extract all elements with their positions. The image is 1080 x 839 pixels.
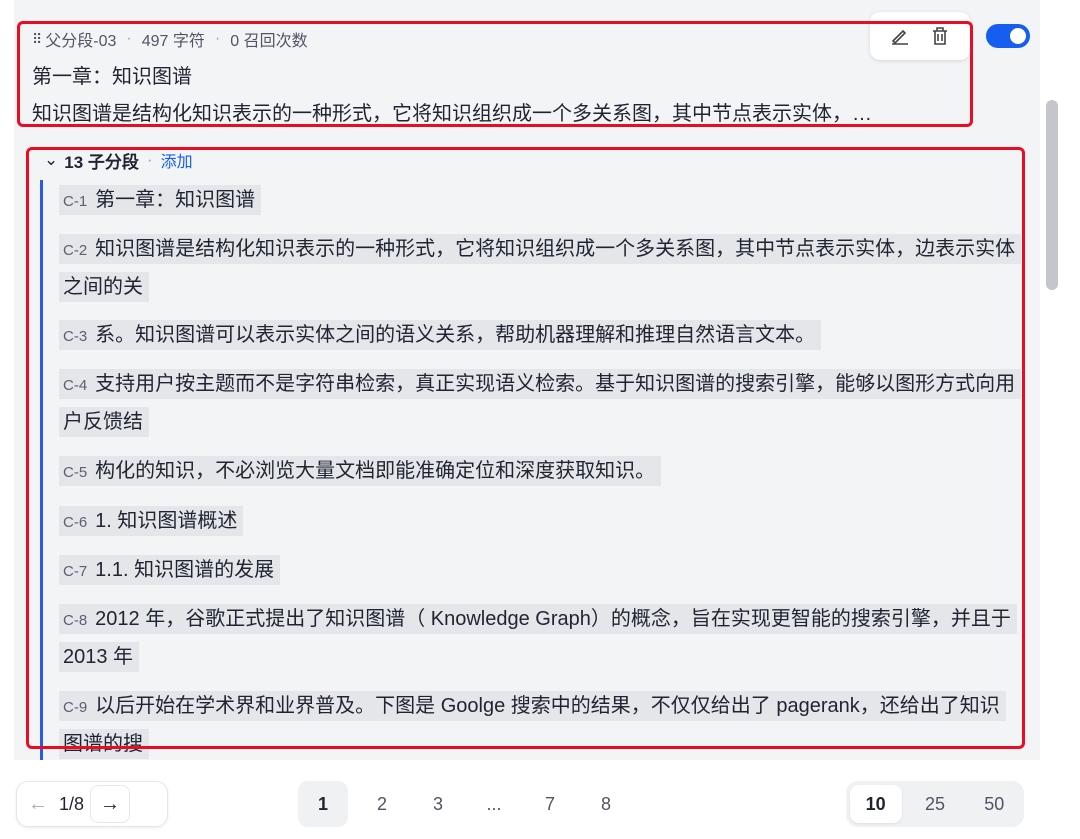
chevron-down-icon[interactable]: ⌄ [44,150,58,170]
segment-toolbar [870,12,970,60]
char-count: 497 字符 [141,33,205,50]
page-button[interactable]: 3 [410,794,466,815]
child-segments-header: ⌄ 13 子分段 · 添加 [44,148,193,172]
segment-text: 构化的知识，不必浏览大量文档即能准确定位和深度获取知识。 [95,460,656,482]
pencil-icon[interactable] [889,25,911,47]
child-segment[interactable]: C-6 1. 知识图谱概述 [59,503,1019,541]
child-segment[interactable]: C-5 构化的知识，不必浏览大量文档即能准确定位和深度获取知识。 [59,453,1019,491]
page-position: 1/8 [59,793,85,814]
segment-id: 父分段-03 [45,33,117,50]
child-count[interactable]: 13 子分段 [64,148,139,173]
parent-meta-row: ⠿ 父分段-03 · 497 字符 · 0 召回次数 [32,27,308,51]
child-segment[interactable]: C-3 系。知识图谱可以表示实体之间的语义关系，帮助机器理解和推理自然语言文本。 [59,317,1019,355]
page-button[interactable]: 8 [578,794,634,815]
child-segment[interactable]: C-7 1.1. 知识图谱的发展 [59,552,1019,590]
segment-text: 1. 知识图谱概述 [95,510,238,532]
parent-title: 第一章：知识图谱 [32,66,192,88]
segment-text: 系。知识图谱可以表示实体之间的语义关系，帮助机器理解和推理自然语言文本。 [95,324,816,346]
child-segment[interactable]: C-4 支持用户按主题而不是字符串检索，真正实现语义检索。基于知识图谱的搜索引擎，… [59,366,1022,441]
page-size-option[interactable]: 10 [849,785,902,823]
page-button[interactable]: 7 [522,794,578,815]
page-ellipsis: ... [486,793,502,814]
segment-tag: C-4 [63,377,88,394]
segment-tag: C-5 [63,464,88,481]
segment-tag: C-7 [63,563,88,580]
page-button[interactable]: 2 [354,794,410,815]
grip-icon: ⠿ [32,30,42,47]
arrow-left-icon[interactable]: ← [17,793,59,816]
segment-text: 支持用户按主题而不是字符串检索，真正实现语义检索。基于知识图谱的搜索引擎，能够以… [63,373,1016,433]
separator-dot: · [214,30,221,47]
toggle-knob [1010,28,1026,44]
parent-content: 知识图谱是结构化知识表示的一种形式，它将知识组织成一个多关系图，其中节点表示实体… [32,103,872,125]
page-stepper: ← 1/8 → [16,781,168,827]
segment-tag: C-6 [63,514,88,531]
child-segment[interactable]: C-2 知识图谱是结构化知识表示的一种形式，它将知识组织成一个多关系图，其中节点表… [59,231,1022,306]
segment-tag: C-2 [63,242,88,259]
separator-dot: · [146,150,153,169]
segment-text: 1.1. 知识图谱的发展 [95,559,275,581]
child-segment[interactable]: C-8 2012 年，谷歌正式提出了知识图谱（ Knowledge Graph）的… [59,601,1019,676]
segment-tag: C-3 [63,328,88,345]
trash-icon[interactable] [929,25,951,47]
segment-text: 第一章：知识图谱 [95,189,256,211]
arrow-right-icon[interactable]: → [90,785,131,823]
child-segment[interactable]: C-9 以后开始在学术界和业界普及。下图是 Goolge 搜索中的结果，不仅仅给出… [59,688,1019,760]
segment-tag: C-1 [63,193,88,210]
segment-tag: C-9 [63,699,88,716]
add-child-link[interactable]: 添加 [161,148,193,172]
separator-dot: · [126,30,132,47]
scrollbar-thumb[interactable] [1046,100,1058,290]
page-button[interactable]: 1 [298,781,348,827]
page-size-option[interactable]: 50 [968,794,1020,815]
child-segment-list: C-1 第一章：知识图谱 C-2 知识图谱是结构化知识表示的一种形式，它将知识组织成… [40,180,1023,760]
child-segment[interactable]: C-1 第一章：知识图谱 [59,182,1019,220]
segment-text: 知识图谱是结构化知识表示的一种形式，它将知识组织成一个多关系图，其中节点表示实体… [63,238,1016,298]
segment-text: 以后开始在学术界和业界普及。下图是 Goolge 搜索中的结果，不仅仅给出了 p… [63,695,1000,755]
segment-tag: C-8 [63,612,88,629]
page-size-selector: 10 25 50 [846,781,1024,827]
enable-toggle[interactable] [986,24,1030,48]
page-numbers: 1 2 3 ... 7 8 [298,781,634,827]
segment-text: 2012 年，谷歌正式提出了知识图谱（ Knowledge Graph）的概念，… [63,608,1011,668]
recall-count: 0 召回次数 [230,33,308,50]
page-size-option[interactable]: 25 [909,794,961,815]
